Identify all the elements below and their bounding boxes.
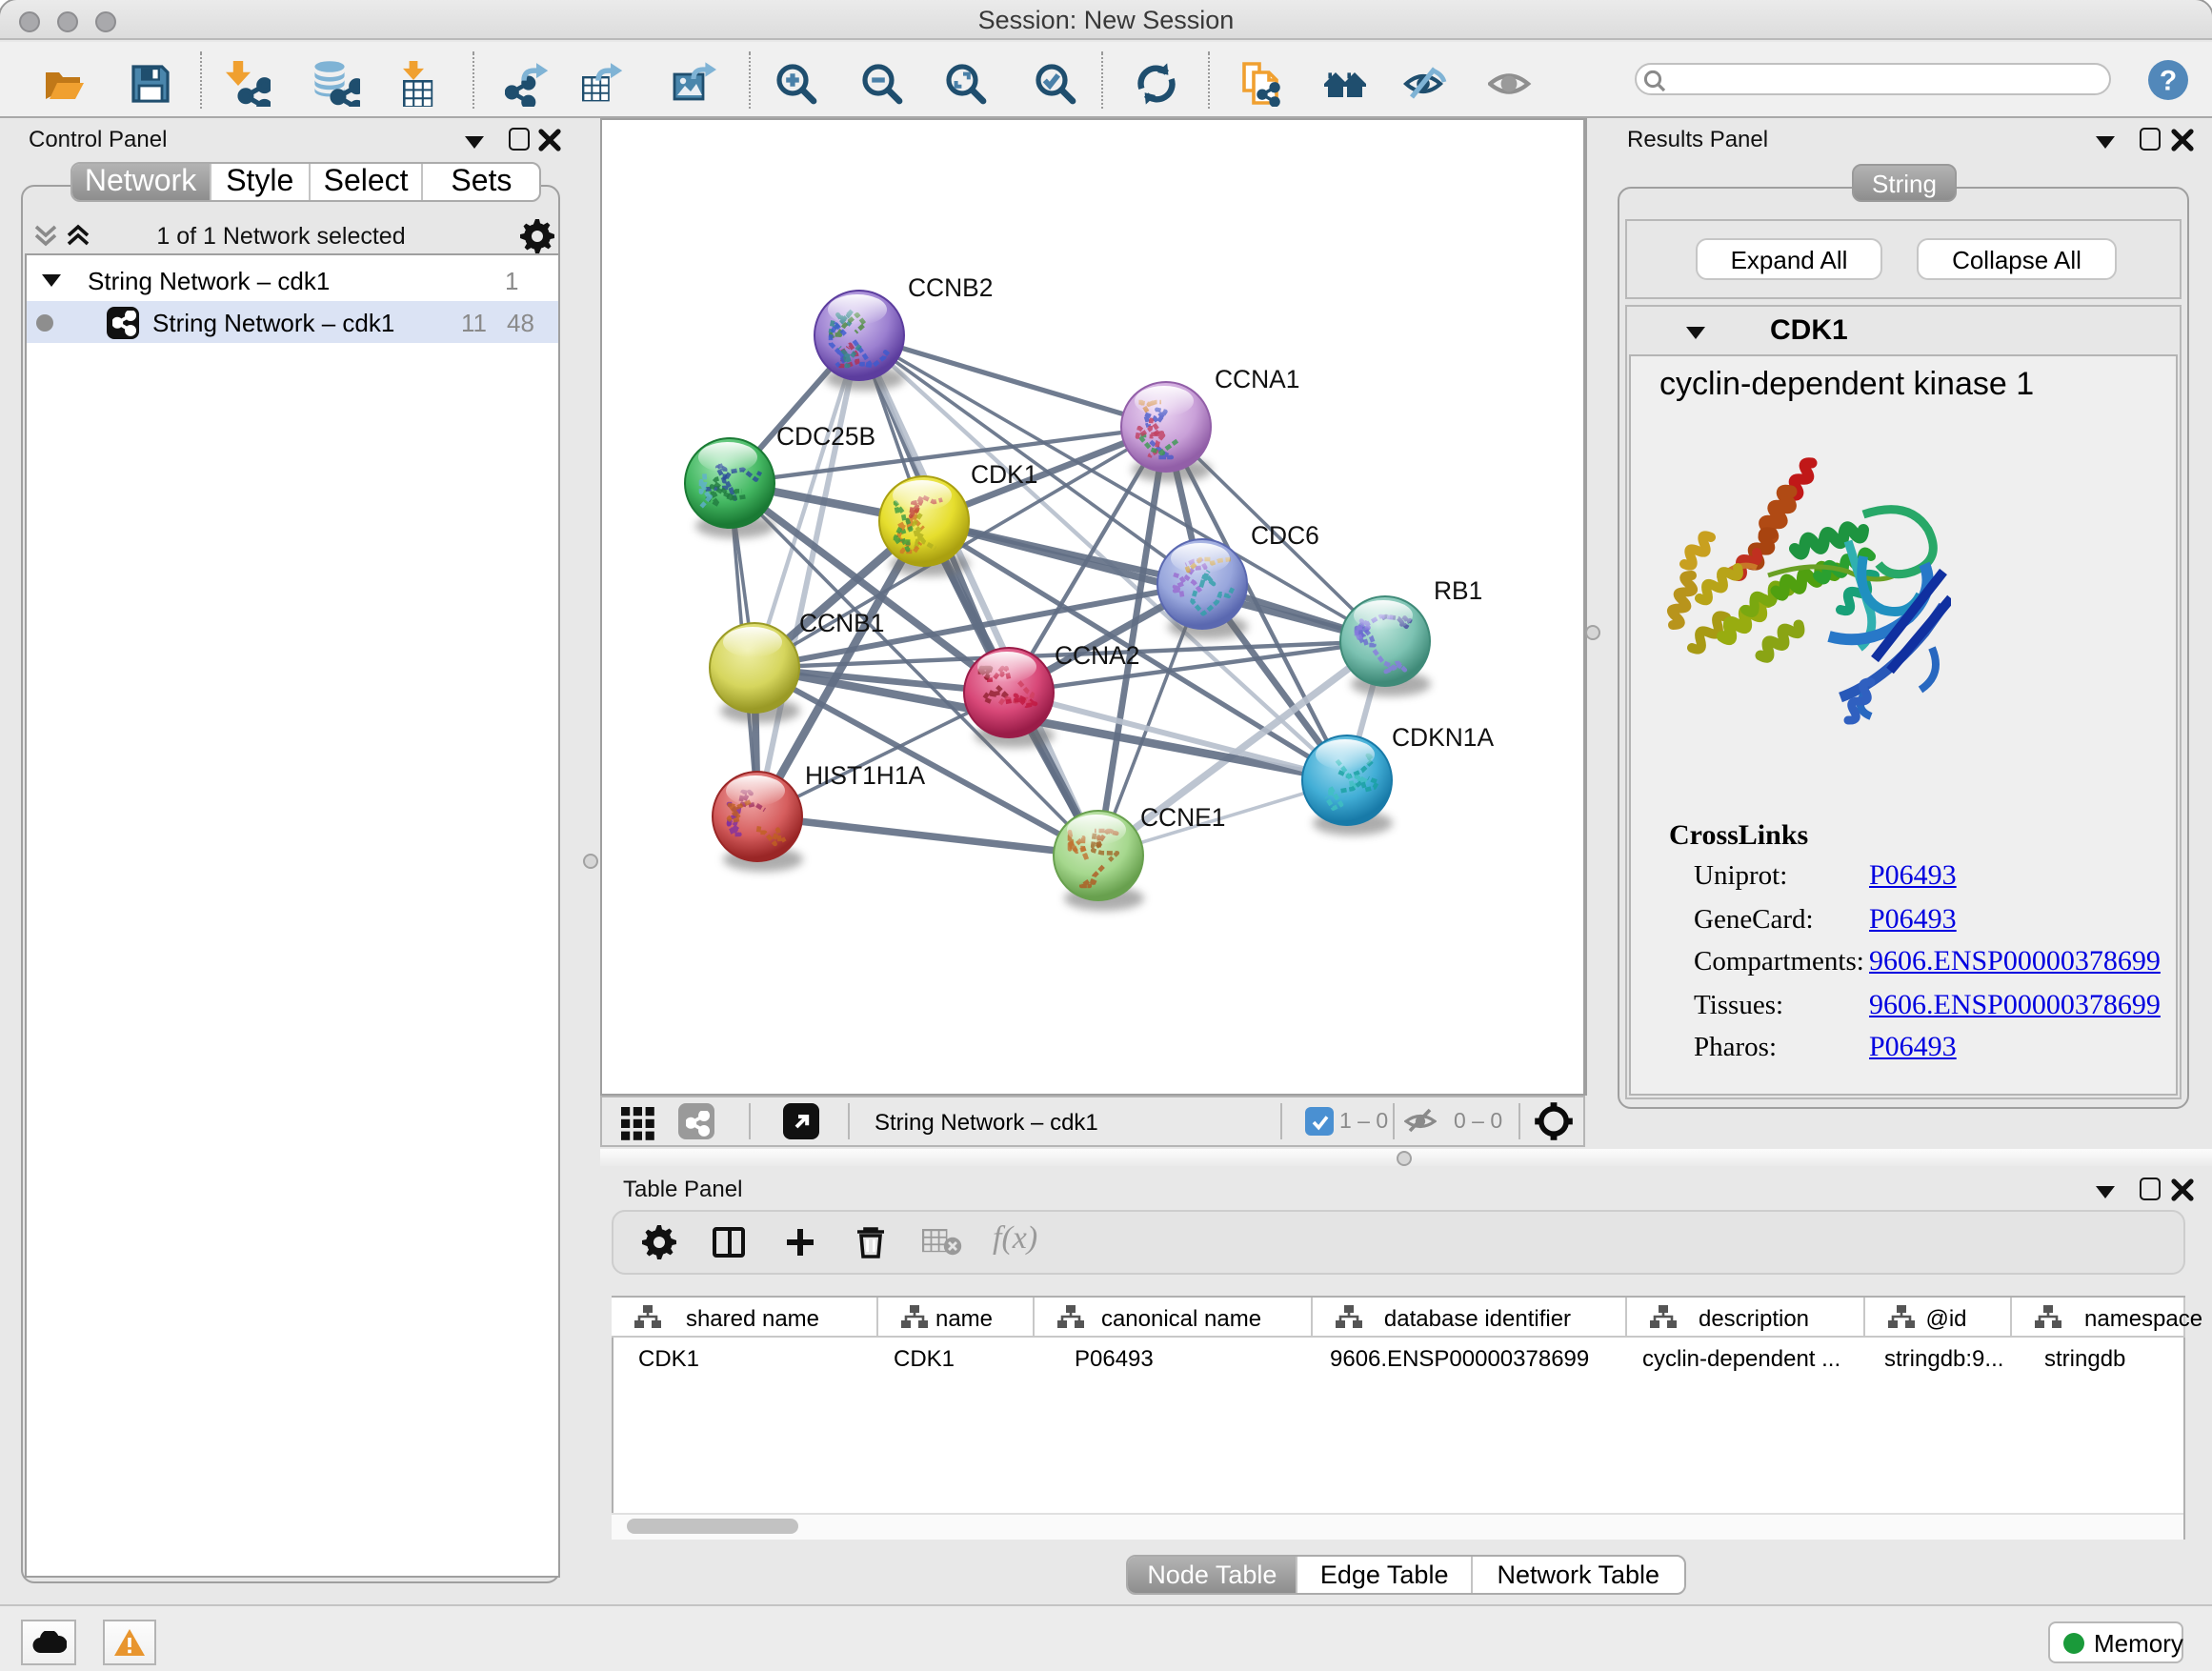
svg-text:CCNB1: CCNB1 [798,608,883,636]
svg-text:CDKN1A: CDKN1A [1391,722,1493,751]
svg-text:RB1: RB1 [1433,575,1481,604]
svg-text:CCNE1: CCNE1 [1139,802,1224,831]
svg-text:HIST1H1A: HIST1H1A [804,760,925,789]
svg-text:?: ? [2159,65,2176,96]
svg-text:CDC6: CDC6 [1250,520,1318,549]
svg-text:CCNA1: CCNA1 [1214,364,1298,393]
svg-text:CDK1: CDK1 [970,459,1036,488]
svg-text:CCNB2: CCNB2 [907,272,992,301]
svg-text:CCNA2: CCNA2 [1054,640,1138,669]
svg-text:CDC25B: CDC25B [775,421,875,450]
